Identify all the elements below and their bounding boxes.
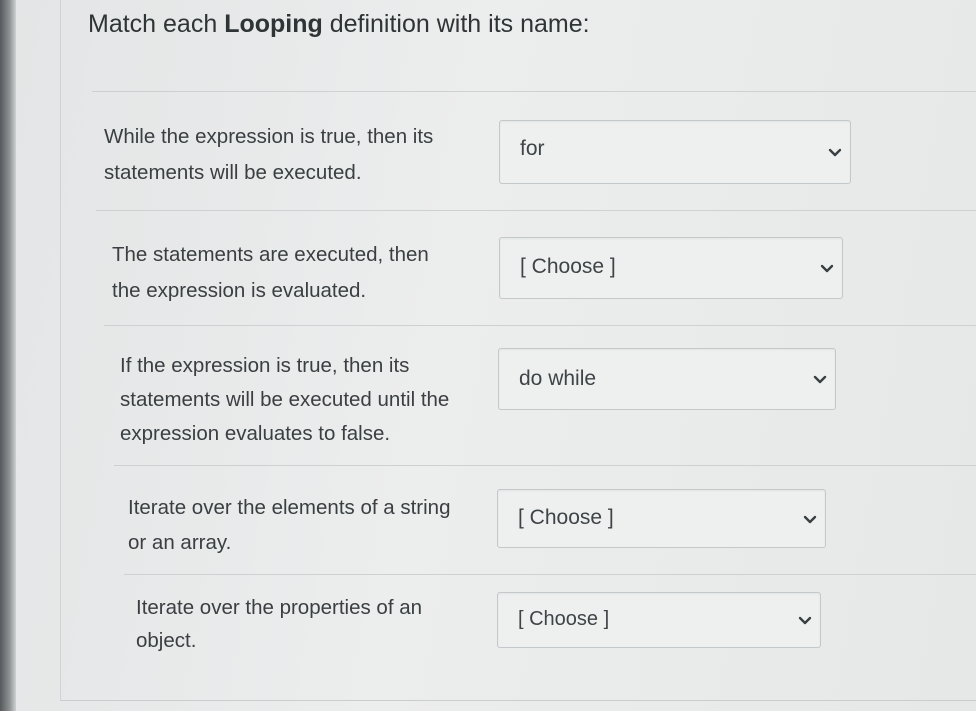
definition-line: statements will be executed. (104, 161, 362, 184)
definition-3: If the expression is true, then its stat… (120, 349, 449, 451)
title-keyword: Looping (224, 10, 323, 38)
definition-line: Iterate over the elements of a string (128, 496, 451, 519)
answer-select-4[interactable]: [ Choose ] (497, 489, 826, 548)
answer-select-2[interactable]: [ Choose ] (499, 237, 843, 299)
divider (96, 210, 976, 211)
definition-line: the expression is evaluated. (112, 279, 367, 302)
answer-select-1[interactable]: for (499, 120, 851, 184)
divider (92, 91, 976, 92)
chevron-down-icon (820, 264, 834, 273)
definition-line: or an array. (128, 531, 232, 554)
answer-select-5[interactable]: [ Choose ] (497, 592, 821, 648)
definition-line: If the expression is true, then its (120, 354, 410, 377)
chevron-down-icon (828, 148, 842, 157)
definition-line: The statements are executed, then (112, 243, 429, 266)
question-title: Match each Looping definition with its n… (88, 10, 590, 39)
selected-value: [ Choose ] (520, 255, 616, 278)
divider (104, 325, 976, 326)
definition-5: Iterate over the properties of an object… (136, 591, 422, 657)
divider (114, 465, 976, 466)
chevron-down-icon (813, 375, 827, 384)
chevron-down-icon (803, 515, 817, 524)
title-suffix: definition with its name: (322, 10, 590, 38)
definition-line: expression evaluates to false. (120, 422, 391, 445)
selected-value: [ Choose ] (518, 506, 614, 529)
divider (124, 574, 976, 575)
definition-line: Iterate over the properties of an (136, 596, 423, 619)
answer-select-3[interactable]: do while (498, 348, 836, 410)
selected-value: [ Choose ] (518, 608, 610, 630)
chevron-down-icon (798, 616, 812, 625)
quiz-page: Match each Looping definition with its n… (0, 0, 976, 711)
definition-line: statements will be executed until the (120, 388, 450, 411)
selected-value: for (520, 137, 545, 160)
definition-4: Iterate over the elements of a string or… (128, 490, 450, 560)
title-prefix: Match each (88, 10, 225, 38)
definition-1: While the expression is true, then its s… (104, 119, 433, 191)
selected-value: do while (519, 367, 597, 390)
definition-2: The statements are executed, then the ex… (112, 237, 429, 309)
definition-line: While the expression is true, then its (104, 125, 434, 148)
screen-bezel (0, 0, 16, 711)
definition-line: object. (136, 629, 197, 652)
